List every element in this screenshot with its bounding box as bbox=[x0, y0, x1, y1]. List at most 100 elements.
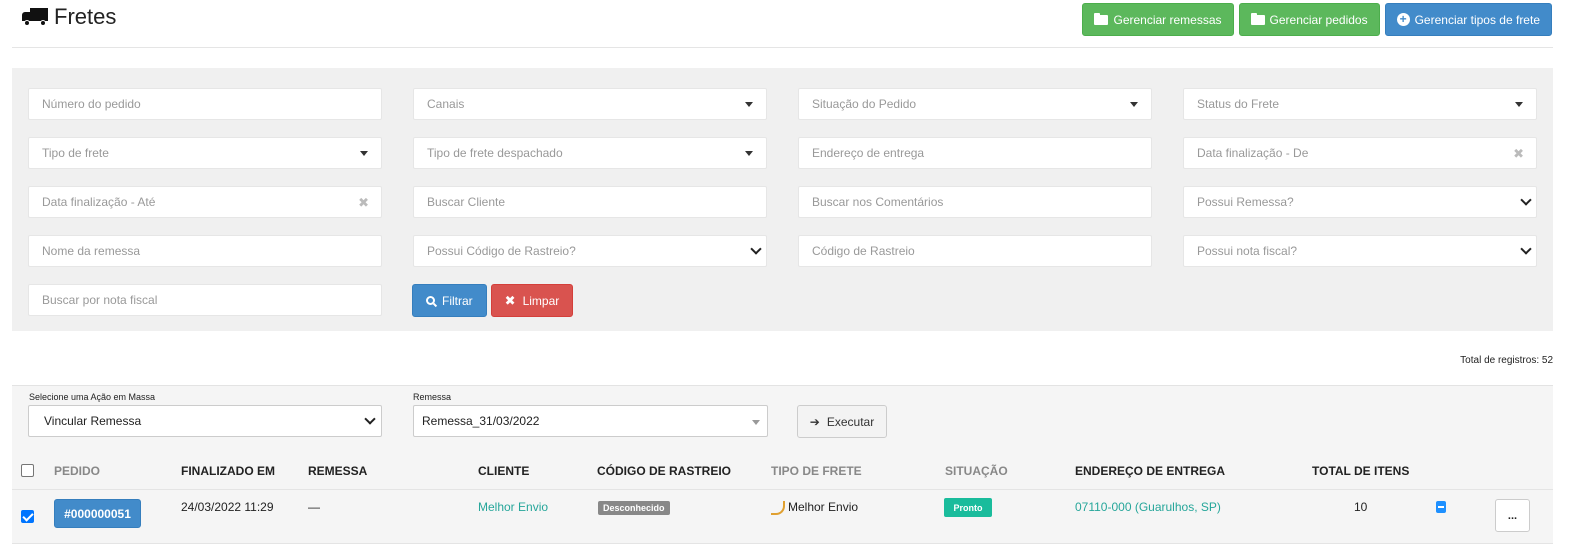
date-from-input[interactable]: Data finalização - De ✖ bbox=[1183, 137, 1537, 169]
manage-freight-types-button[interactable]: + Gerenciar tipos de frete bbox=[1384, 3, 1552, 36]
column-tracking[interactable]: CÓDIGO DE RASTREIO bbox=[597, 464, 731, 478]
channels-placeholder: Canais bbox=[427, 97, 465, 111]
search-invoice-input[interactable]: Buscar por nota fiscal bbox=[28, 284, 382, 316]
date-to-placeholder: Data finalização - Até bbox=[42, 195, 156, 209]
delivery-address-input[interactable]: Endereço de entrega bbox=[798, 137, 1152, 169]
column-customer[interactable]: CLIENTE bbox=[478, 464, 529, 478]
filter-panel: Número do pedido Canais Situação do Pedi… bbox=[12, 68, 1553, 331]
folder-open-icon bbox=[1250, 12, 1265, 25]
has-shipment-placeholder: Possui Remessa? bbox=[1197, 195, 1294, 209]
address-link[interactable]: 07110-000 (Guarulhos, SP) bbox=[1075, 500, 1221, 514]
caret-down-icon bbox=[1130, 102, 1138, 107]
select-all-checkbox[interactable] bbox=[21, 464, 34, 477]
folder-open-icon bbox=[1094, 12, 1109, 25]
bulk-action-select[interactable]: Vincular Remessa bbox=[28, 405, 382, 437]
order-status-select[interactable]: Situação do Pedido bbox=[798, 88, 1152, 120]
caret-down-icon bbox=[752, 420, 760, 425]
status-badge: Pronto bbox=[944, 498, 992, 517]
filter-buttons: Filtrar ✖ Limpar bbox=[412, 284, 574, 317]
total-records: Total de registros: 52 bbox=[1460, 355, 1553, 366]
execute-button-label: Executar bbox=[826, 414, 875, 429]
clear-icon[interactable]: ✖ bbox=[358, 195, 369, 211]
shipment-cell: — bbox=[308, 500, 320, 514]
filter-button[interactable]: Filtrar bbox=[412, 284, 487, 317]
divider bbox=[12, 47, 1553, 48]
chevron-down-icon bbox=[1520, 194, 1532, 206]
shipment-name-input[interactable]: Nome da remessa bbox=[28, 235, 382, 267]
order-number-button[interactable]: #000000051 bbox=[54, 499, 141, 528]
chevron-down-icon bbox=[364, 413, 376, 425]
column-finished-at[interactable]: FINALIZADO EM bbox=[181, 464, 275, 478]
bulk-action-value: Vincular Remessa bbox=[44, 414, 142, 428]
column-address[interactable]: ENDEREÇO DE ENTREGA bbox=[1075, 464, 1225, 478]
column-shipment[interactable]: REMESSA bbox=[308, 464, 367, 478]
execute-button[interactable]: ➔ Executar bbox=[797, 405, 887, 438]
bulk-action-panel: Selecione uma Ação em Massa Vincular Rem… bbox=[12, 385, 1553, 453]
has-tracking-select[interactable]: Possui Código de Rastreio? bbox=[413, 235, 767, 267]
table-row: #000000051 24/03/2022 11:29 — Melhor Env… bbox=[12, 490, 1553, 544]
shipment-name-placeholder: Nome da remessa bbox=[42, 244, 141, 258]
customer-link[interactable]: Melhor Envio bbox=[478, 500, 548, 514]
shipment-value: Remessa_31/03/2022 bbox=[422, 414, 540, 428]
page-title-text: Fretes bbox=[54, 4, 117, 29]
has-invoice-select[interactable]: Possui nota fiscal? bbox=[1183, 235, 1537, 267]
manage-shipments-label: Gerenciar remessas bbox=[1113, 12, 1222, 27]
table-header: PEDIDO FINALIZADO EM REMESSA CLIENTE CÓD… bbox=[12, 453, 1553, 490]
bulk-action-label: Selecione uma Ação em Massa bbox=[29, 392, 156, 402]
column-order[interactable]: PEDIDO bbox=[54, 464, 100, 478]
channels-select[interactable]: Canais bbox=[413, 88, 767, 120]
tracking-badge: Desconhecido bbox=[598, 501, 670, 515]
caret-down-icon bbox=[360, 151, 368, 156]
search-customer-placeholder: Buscar Cliente bbox=[427, 195, 506, 209]
has-shipment-select[interactable]: Possui Remessa? bbox=[1183, 186, 1537, 218]
search-comments-placeholder: Buscar nos Comentários bbox=[812, 195, 944, 209]
freight-type-cell: Melhor Envio bbox=[771, 500, 858, 515]
column-status[interactable]: SITUAÇÃO bbox=[945, 464, 1008, 478]
date-to-input[interactable]: Data finalização - Até ✖ bbox=[28, 186, 382, 218]
order-number-placeholder: Número do pedido bbox=[42, 97, 141, 111]
shipment-label: Remessa bbox=[413, 392, 452, 402]
freight-status-placeholder: Status do Frete bbox=[1197, 97, 1280, 111]
has-invoice-placeholder: Possui nota fiscal? bbox=[1197, 244, 1298, 258]
search-icon bbox=[426, 296, 435, 305]
dispatched-freight-type-select[interactable]: Tipo de frete despachado bbox=[413, 137, 767, 169]
dispatched-freight-type-placeholder: Tipo de frete despachado bbox=[427, 146, 563, 160]
column-total-items[interactable]: TOTAL DE ITENS bbox=[1312, 464, 1409, 478]
search-customer-input[interactable]: Buscar Cliente bbox=[413, 186, 767, 218]
date-from-placeholder: Data finalização - De bbox=[1197, 146, 1309, 160]
freight-status-select[interactable]: Status do Frete bbox=[1183, 88, 1537, 120]
arrow-right-icon: ➔ bbox=[809, 414, 820, 429]
print-label-icon[interactable] bbox=[1436, 501, 1446, 513]
order-status-placeholder: Situação do Pedido bbox=[812, 97, 917, 111]
chevron-down-icon bbox=[1520, 243, 1532, 255]
caret-down-icon bbox=[745, 102, 753, 107]
tracking-code-placeholder: Código de Rastreio bbox=[812, 244, 915, 258]
search-comments-input[interactable]: Buscar nos Comentários bbox=[798, 186, 1152, 218]
melhor-envio-logo-icon bbox=[771, 500, 785, 515]
manage-orders-button[interactable]: Gerenciar pedidos bbox=[1238, 3, 1380, 36]
manage-orders-label: Gerenciar pedidos bbox=[1269, 12, 1368, 27]
column-freight-type[interactable]: TIPO DE FRETE bbox=[771, 464, 862, 478]
clear-button[interactable]: ✖ Limpar bbox=[490, 284, 574, 317]
times-icon: ✖ bbox=[504, 292, 516, 308]
search-invoice-placeholder: Buscar por nota fiscal bbox=[42, 293, 158, 307]
header-actions: Gerenciar remessas Gerenciar pedidos + G… bbox=[1082, 3, 1552, 36]
total-items-cell: 10 bbox=[1354, 500, 1368, 514]
row-actions-button[interactable]: ... bbox=[1495, 499, 1530, 532]
order-number-input[interactable]: Número do pedido bbox=[28, 88, 382, 120]
manage-freight-types-label: Gerenciar tipos de frete bbox=[1414, 12, 1540, 27]
clear-button-label: Limpar bbox=[522, 293, 560, 308]
row-checkbox[interactable] bbox=[21, 510, 34, 523]
page-title: Fretes bbox=[22, 4, 116, 30]
clear-icon[interactable]: ✖ bbox=[1513, 146, 1524, 162]
shipment-select[interactable]: Remessa_31/03/2022 bbox=[413, 405, 768, 437]
filter-button-label: Filtrar bbox=[442, 293, 473, 308]
freight-type-text: Melhor Envio bbox=[788, 500, 859, 514]
truck-icon bbox=[22, 8, 48, 26]
manage-shipments-button[interactable]: Gerenciar remessas bbox=[1082, 3, 1234, 36]
delivery-address-placeholder: Endereço de entrega bbox=[812, 146, 925, 160]
has-tracking-placeholder: Possui Código de Rastreio? bbox=[427, 244, 576, 258]
caret-down-icon bbox=[745, 151, 753, 156]
tracking-code-input[interactable]: Código de Rastreio bbox=[798, 235, 1152, 267]
freight-type-select[interactable]: Tipo de frete bbox=[28, 137, 382, 169]
